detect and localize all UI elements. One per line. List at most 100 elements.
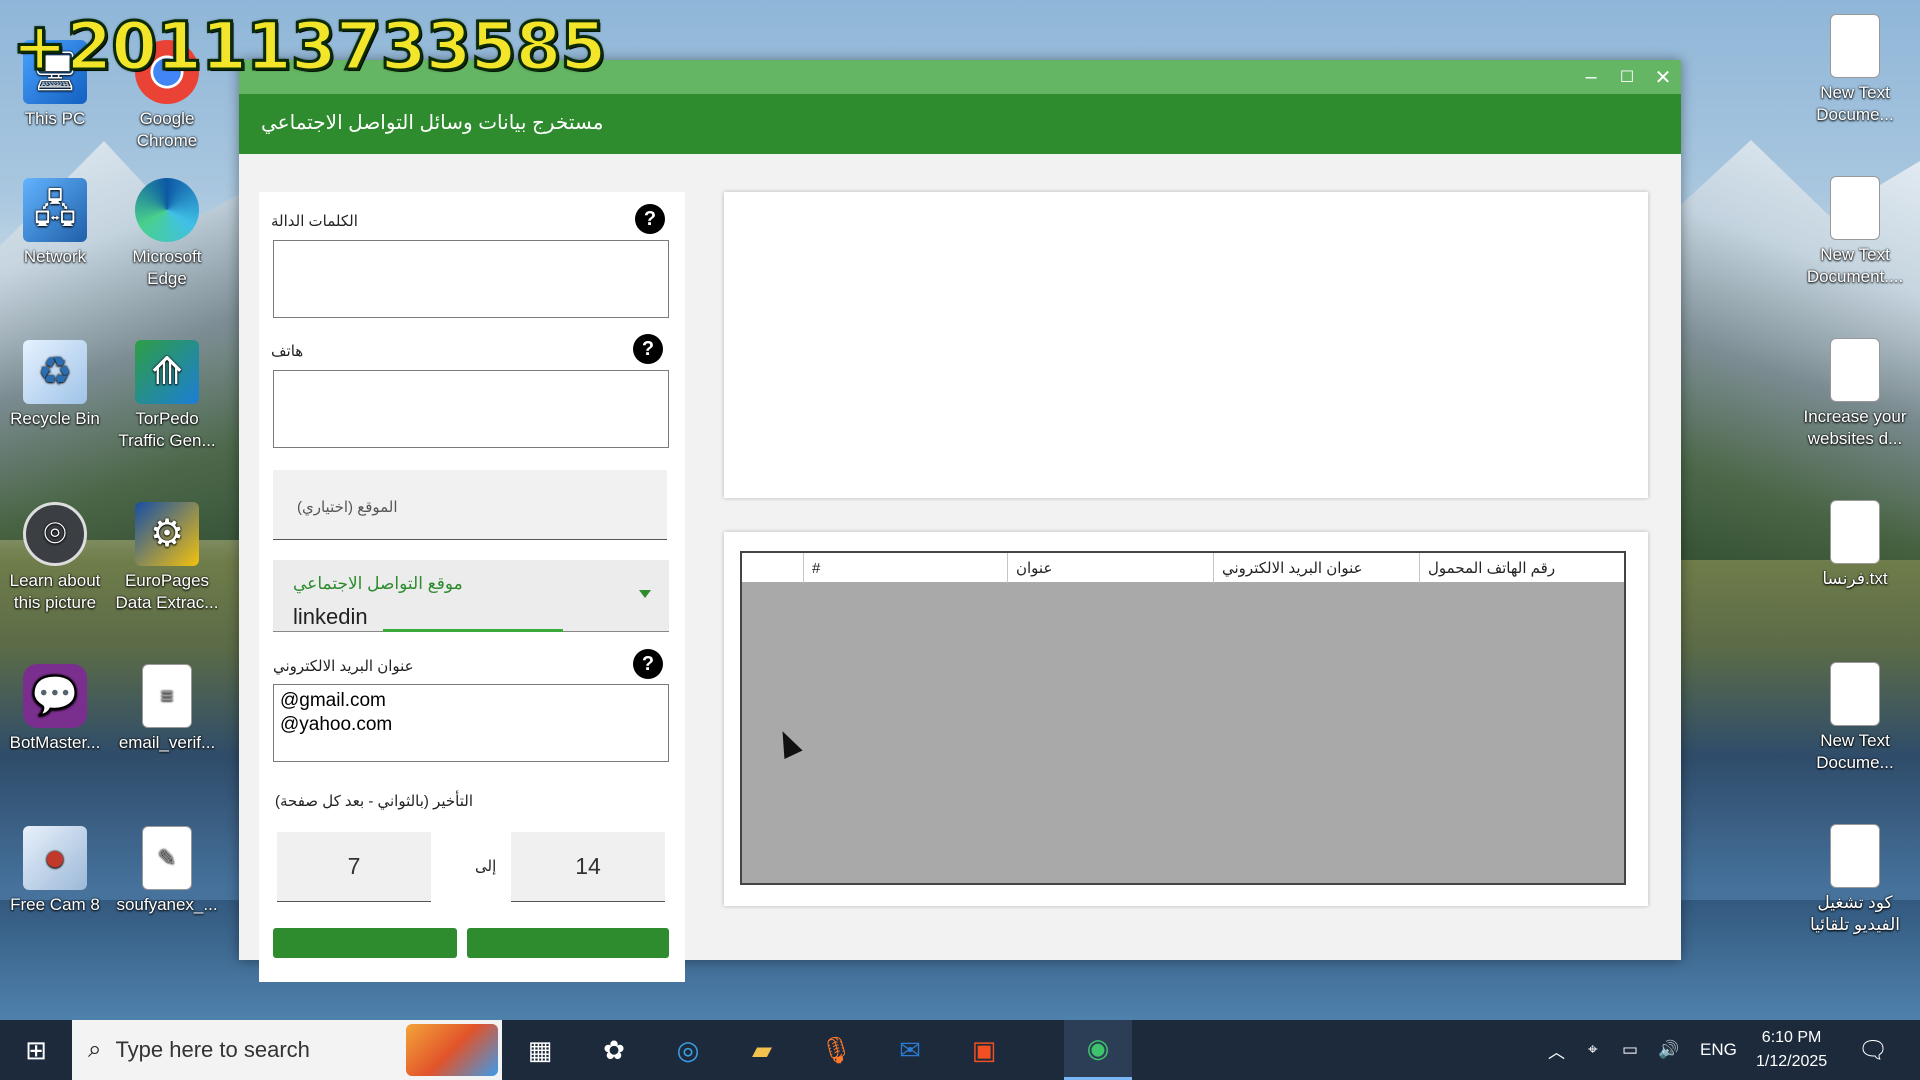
text-file-icon (1830, 176, 1880, 240)
microphone-icon[interactable]: 🎙 (802, 1020, 870, 1080)
microsoft-store-icon[interactable]: ▣ (950, 1020, 1018, 1080)
email-label: عنوان البريد الالكتروني (273, 658, 414, 675)
desktop-icon-label: فرنسا.txt (1822, 569, 1888, 588)
phone-help-icon[interactable]: ? (633, 334, 663, 364)
row-selector-header (742, 553, 804, 583)
meet-now-icon[interactable]: ⌖ (1588, 1020, 1598, 1080)
results-table-header: # عنوان عنوان البريد الالكتروني رقم الها… (742, 553, 1624, 583)
text-file-icon (1830, 662, 1880, 726)
delay-to-input[interactable]: 14 (511, 832, 665, 902)
minimize-button[interactable]: – (1573, 60, 1609, 94)
camera-icon: ⌾ (23, 502, 87, 566)
phone-label: هاتف (271, 343, 304, 360)
app-header: مستخرج بيانات وسائل التواصل الاجتماعي (239, 94, 1681, 154)
search-icon: ⌕ (88, 1036, 102, 1063)
location-placeholder: الموقع (اختياري) (297, 499, 398, 516)
desktop-icon-label: This PC (24, 109, 86, 128)
phone-watermark: +201113733585 (10, 7, 607, 87)
start-button[interactable] (273, 928, 457, 958)
social-site-value: linkedin (293, 604, 368, 629)
chevron-down-icon (639, 590, 651, 598)
desktop-icon-new-text-doc-1[interactable]: New Text Docume... (1800, 14, 1910, 126)
desktop-icon-microsoft-edge[interactable]: Microsoft Edge (112, 178, 222, 290)
desktop-icon-label: BotMaster... (9, 733, 101, 752)
task-view-icon[interactable]: ▦ (506, 1020, 574, 1080)
desktop-icon-video-autoplay-code[interactable]: كود تشغيل الفيديو تلقائيا (1800, 824, 1910, 936)
desktop-icon-label: New Text Docume... (1816, 731, 1894, 772)
network-icon: 🖧 (23, 178, 87, 242)
column-header-title[interactable]: عنوان (1008, 553, 1214, 583)
delay-to-label: إلى (475, 858, 497, 875)
desktop-icon-label: Microsoft Edge (132, 247, 202, 288)
desktop-icon-france-txt[interactable]: فرنسا.txt (1800, 500, 1910, 590)
delay-label: التأخير (بالثواني - بعد كل صفحة) (275, 793, 474, 810)
close-button[interactable]: ✕ (1645, 60, 1681, 94)
desktop-icon-label: Learn about this picture (9, 571, 101, 612)
notification-center-icon[interactable]: 🗨 (1858, 1020, 1888, 1080)
search-highlight-icon (406, 1024, 498, 1076)
chat-bubble-icon: 💬 (23, 664, 87, 728)
language-indicator[interactable]: ENG (1700, 1020, 1737, 1080)
desktop-icon-label: TorPedo Traffic Gen... (118, 409, 216, 450)
desktop-icon-network[interactable]: 🖧 Network (0, 178, 110, 268)
volume-icon[interactable]: 🔊 (1658, 1020, 1679, 1080)
document-icon: ≡ (142, 664, 192, 728)
social-site-label: موقع التواصل الاجتماعي (293, 574, 463, 593)
europages-icon: ⚙ (135, 502, 199, 566)
desktop-icon-increase-websites[interactable]: Increase your websites d... (1800, 338, 1910, 450)
outlook-icon[interactable]: ✉ (876, 1020, 944, 1080)
stop-button[interactable] (467, 928, 669, 958)
extractor-app-taskbar-icon[interactable]: ◉ (1064, 1020, 1132, 1080)
desktop-icon-botmaster[interactable]: 💬 BotMaster... (0, 664, 110, 754)
text-file-icon (1830, 824, 1880, 888)
location-input[interactable]: الموقع (اختياري) (273, 470, 667, 540)
email-help-icon[interactable]: ? (633, 649, 663, 679)
edge-taskbar-icon[interactable]: ◎ (654, 1020, 722, 1080)
taskbar-search[interactable]: ⌕ Type here to search (72, 1020, 502, 1080)
recycle-bin-icon: ♻ (23, 340, 87, 404)
desktop-icon-label: Increase your websites d... (1803, 407, 1907, 448)
results-table[interactable]: # عنوان عنوان البريد الالكتروني رقم الها… (740, 551, 1626, 885)
input-panel: الكلمات الدالة ? هاتف ? الموقع (اختياري)… (259, 192, 685, 982)
file-explorer-icon[interactable]: ▰ (728, 1020, 796, 1080)
windows-logo-icon: ⊞ (25, 1034, 47, 1065)
text-file-icon (1830, 338, 1880, 402)
phone-input[interactable] (273, 370, 669, 448)
desktop-icon-soufyanex[interactable]: ✎ soufyanex_... (112, 826, 222, 916)
clock-time: 6:10 PM (1761, 1029, 1822, 1046)
network-tray-icon[interactable]: ▭ (1622, 1020, 1638, 1080)
app-title: مستخرج بيانات وسائل التواصل الاجتماعي (261, 112, 604, 134)
edge-icon (135, 178, 199, 242)
delay-from-input[interactable]: 7 (277, 832, 431, 902)
desktop-icon-free-cam[interactable]: ● Free Cam 8 (0, 826, 110, 916)
desktop-icon-label: soufyanex_... (116, 895, 218, 914)
desktop-icon-learn-about-picture[interactable]: ⌾ Learn about this picture (0, 502, 110, 614)
screen-recorder-icon: ● (23, 826, 87, 890)
desktop-icon-torpedo[interactable]: ⟰ TorPedo Traffic Gen... (112, 340, 222, 452)
taskbar: ⊞ ⌕ Type here to search ▦ ✿ ◎ ▰ 🎙 ✉ ▣ ◉ … (0, 1020, 1920, 1080)
torpedo-icon: ⟰ (135, 340, 199, 404)
desktop-icon-label: Network (23, 247, 87, 266)
column-header-index[interactable]: # (804, 553, 1008, 583)
keywords-help-icon[interactable]: ? (635, 204, 665, 234)
clock-date: 1/12/2025 (1756, 1053, 1828, 1070)
search-placeholder: Type here to search (115, 1037, 310, 1062)
keywords-input[interactable] (273, 240, 669, 318)
clock[interactable]: 6:10 PM 1/12/2025 (1756, 1020, 1827, 1080)
start-button[interactable]: ⊞ (2, 1020, 70, 1080)
column-header-email[interactable]: عنوان البريد الالكتروني (1214, 553, 1420, 583)
column-header-mobile[interactable]: رقم الهاتف المحمول (1420, 553, 1624, 583)
desktop-icon-europages[interactable]: ⚙ EuroPages Data Extrac... (112, 502, 222, 614)
desktop-icon-new-text-doc-2[interactable]: New Text Document.... (1800, 176, 1910, 288)
desktop-icon-email-verif[interactable]: ≡ email_verif... (112, 664, 222, 754)
keywords-label: الكلمات الدالة (271, 213, 358, 230)
desktop-icon-new-text-doc-3[interactable]: New Text Docume... (1800, 662, 1910, 774)
desktop-icon-recycle-bin[interactable]: ♻ Recycle Bin (0, 340, 110, 430)
maximize-button[interactable]: ☐ (1609, 60, 1645, 94)
social-site-dropdown[interactable]: موقع التواصل الاجتماعي linkedin (273, 560, 669, 632)
log-panel (724, 192, 1648, 498)
show-hidden-icons[interactable]: ︿ (1548, 1020, 1565, 1080)
email-domains-input[interactable] (273, 684, 669, 762)
copilot-icon[interactable]: ✿ (580, 1020, 648, 1080)
text-file-icon (1830, 14, 1880, 78)
